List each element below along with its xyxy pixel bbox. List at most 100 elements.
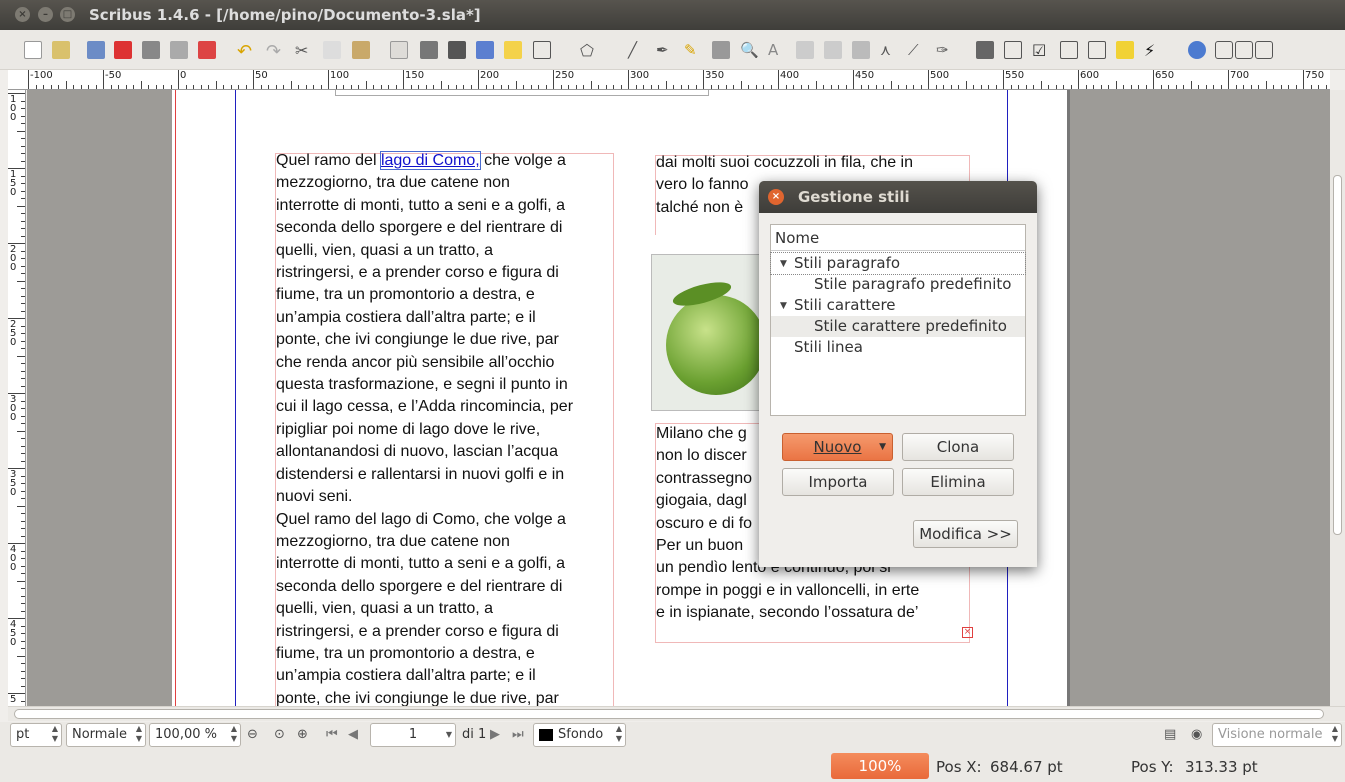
preview-2-icon[interactable]: [1235, 41, 1253, 59]
document-canvas[interactable]: Quel ramo del lago di Como, che volge a m…: [27, 90, 1330, 706]
freehand-icon[interactable]: ✎: [684, 41, 702, 59]
next-page-icon[interactable]: ▶: [490, 727, 505, 742]
paste-icon[interactable]: [352, 41, 370, 59]
open-document-icon[interactable]: [52, 41, 70, 59]
horizontal-scrollbar[interactable]: [8, 706, 1345, 721]
hyperlink-lago-di-como[interactable]: lago di Como,: [379, 151, 481, 170]
view-mode-select[interactable]: Normale ▲ ▼: [66, 723, 146, 747]
visual-mode-select[interactable]: Visione normale ▲ ▼: [1212, 723, 1342, 747]
page-number-field[interactable]: 1 ▼: [370, 723, 456, 747]
undo-icon[interactable]: ↶: [237, 41, 255, 62]
last-page-icon[interactable]: ⏭: [512, 727, 527, 742]
ruler-label: 600: [1080, 70, 1100, 81]
minimize-window-icon[interactable]: –: [38, 7, 53, 22]
tree-item[interactable]: Stili linea: [771, 337, 1025, 358]
line-icon[interactable]: ╱: [628, 41, 646, 59]
edit-text-icon[interactable]: A: [768, 41, 786, 59]
tree-item[interactable]: Stile paragrafo predefinito: [771, 274, 1025, 295]
close-document-icon[interactable]: [114, 41, 132, 59]
pdf-listbox-icon[interactable]: [1088, 41, 1106, 59]
edit-contents-icon[interactable]: [796, 41, 814, 59]
unlink-frames-icon[interactable]: [852, 41, 870, 59]
pdf-button-icon[interactable]: [976, 41, 994, 59]
pdf-link-icon[interactable]: ⚡: [1144, 41, 1162, 60]
text-overflow-marker[interactable]: ×: [962, 627, 973, 638]
pdf-checkbox-icon[interactable]: ☑: [1032, 41, 1050, 60]
link-frames-icon[interactable]: [824, 41, 842, 59]
text-frame-icon[interactable]: [420, 41, 438, 59]
eyedropper-icon[interactable]: ✑: [936, 41, 954, 59]
zoom-out-icon[interactable]: ⊖: [247, 727, 262, 742]
ruler-tick: [193, 85, 194, 89]
zoom-in-icon[interactable]: ⊕: [297, 727, 312, 742]
tree-header-name[interactable]: Nome: [771, 225, 1025, 251]
zoom-100-icon[interactable]: ⊙: [274, 727, 289, 742]
preview-icon[interactable]: [1215, 41, 1233, 59]
measure-icon[interactable]: ⋏: [880, 41, 898, 59]
preview-3-icon[interactable]: [1255, 41, 1273, 59]
visibility-eye-icon[interactable]: ◉: [1191, 727, 1206, 742]
dialog-title-bar[interactable]: × Gestione stili: [759, 181, 1037, 213]
ruler-tick: [643, 85, 644, 89]
save-icon[interactable]: [87, 41, 105, 59]
ruler-tick: [328, 70, 329, 89]
select-tool-icon[interactable]: [390, 41, 408, 59]
pdf-textfield-icon[interactable]: [1004, 41, 1022, 59]
ruler-tick: [260, 85, 262, 89]
vertical-scrollbar[interactable]: [1330, 90, 1345, 706]
ruler-tick: [320, 85, 322, 89]
horizontal-scroll-thumb[interactable]: [14, 709, 1324, 719]
new-style-button[interactable]: Nuovo ▼: [782, 433, 893, 461]
expand-arrow-icon[interactable]: ▼: [780, 296, 787, 317]
dialog-close-icon[interactable]: ×: [768, 189, 784, 205]
header-frame[interactable]: [335, 90, 709, 96]
new-document-icon[interactable]: [24, 41, 42, 59]
page-edge: [1067, 90, 1070, 706]
import-style-button[interactable]: Importa: [782, 468, 894, 496]
export-pdf-icon[interactable]: [198, 41, 216, 59]
ruler-tick: [253, 70, 254, 89]
print-icon[interactable]: [142, 41, 160, 59]
pdf-annotation-icon[interactable]: [1116, 41, 1134, 59]
close-window-icon[interactable]: ×: [15, 7, 30, 22]
copy-icon[interactable]: [323, 41, 341, 59]
maximize-window-icon[interactable]: □: [60, 7, 75, 22]
image-frame-icon[interactable]: [448, 41, 466, 59]
ruler-tick: [21, 423, 25, 424]
bezier-icon[interactable]: ✒: [656, 41, 674, 59]
color-management-icon[interactable]: [1188, 41, 1206, 59]
previous-page-icon[interactable]: ◀: [348, 727, 363, 742]
unit-select[interactable]: pt ▲ ▼: [10, 723, 62, 747]
polygon-icon[interactable]: ⬠: [580, 41, 598, 60]
first-page-icon[interactable]: ⏮: [326, 727, 341, 742]
zoom-icon[interactable]: 🔍: [740, 41, 759, 59]
ruler-tick: [275, 85, 277, 89]
table-icon[interactable]: [504, 41, 522, 59]
layer-select[interactable]: Sfondo ▲ ▼: [533, 723, 626, 747]
preflight-icon[interactable]: [170, 41, 188, 59]
expand-arrow-icon[interactable]: ▼: [780, 254, 787, 275]
zoom-field[interactable]: 100,00 % ▲ ▼: [149, 723, 241, 747]
styles-tree[interactable]: Nome ▼ Stili paragrafo Stile paragrafo pre…: [770, 224, 1026, 416]
edit-style-button[interactable]: Modifica >>: [913, 520, 1018, 548]
shape-icon[interactable]: [533, 41, 551, 59]
pdf-combobox-icon[interactable]: [1060, 41, 1078, 59]
redo-icon[interactable]: ↷: [266, 41, 284, 62]
cut-icon[interactable]: ✂: [295, 41, 313, 60]
clone-style-button[interactable]: Clona: [902, 433, 1014, 461]
tree-item[interactable]: ▼ Stili paragrafo: [770, 252, 1026, 275]
display-quality-icon[interactable]: ▤: [1164, 727, 1179, 742]
tree-item[interactable]: Stile carattere predefinito: [771, 316, 1025, 337]
tree-item[interactable]: ▼ Stili carattere: [771, 295, 1025, 316]
text-line: cui il lago cessa, e l’Adda rincomincia,…: [276, 398, 574, 416]
copy-properties-icon[interactable]: ⟋: [908, 41, 926, 59]
horizontal-ruler[interactable]: -100 -50 0 50 100 150 200 250 300 350 400 450 500 550…: [8, 70, 1330, 90]
rotate-icon[interactable]: [712, 41, 730, 59]
vertical-ruler[interactable]: 100 150 200 250 300 350 400 450 5: [8, 90, 26, 706]
delete-style-button[interactable]: Elimina: [902, 468, 1014, 496]
ruler-tick: [1235, 85, 1237, 89]
vertical-scroll-thumb[interactable]: [1333, 175, 1342, 535]
ruler-tick: [530, 85, 532, 89]
render-frame-icon[interactable]: [476, 41, 494, 59]
new-style-label: Nuovo: [813, 438, 862, 456]
